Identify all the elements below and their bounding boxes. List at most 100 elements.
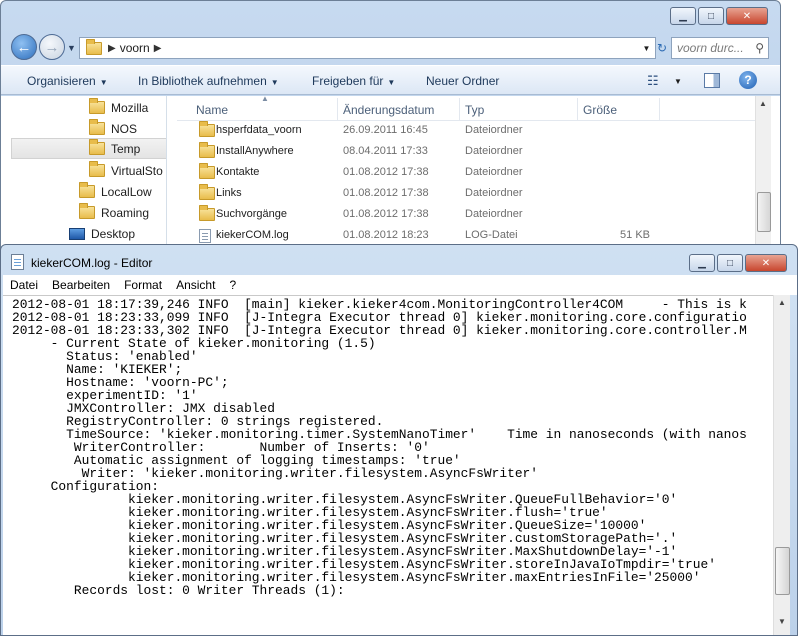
chevron-right-icon[interactable]: ▶ (108, 43, 116, 54)
column-divider[interactable] (337, 98, 338, 120)
file-row[interactable]: kiekerCOM.log 01.08.2012 18:23 LOG-Datei… (177, 225, 755, 246)
nav-item-locallow[interactable]: LocalLow (79, 181, 152, 202)
scroll-up-icon[interactable]: ▲ (759, 99, 767, 108)
log-line: Records lost: 0 Writer Threads (1): (12, 583, 345, 598)
command-bar: Organisieren ▼ In Bibliothek aufnehmen ▼ F… (1, 65, 780, 95)
close-icon[interactable]: ✕ (745, 254, 787, 272)
nav-item-roaming[interactable]: Roaming (79, 202, 149, 223)
search-icon[interactable]: ⚲ (755, 41, 764, 55)
folder-icon (89, 98, 105, 114)
new-folder-label: Neuer Ordner (426, 74, 500, 88)
file-date: 01.08.2012 17:38 (343, 187, 429, 199)
explorer-scrollbar[interactable]: ▲ (755, 96, 771, 249)
column-divider[interactable] (577, 98, 578, 120)
help-icon[interactable]: ? (739, 71, 757, 89)
forward-button[interactable]: → (39, 34, 65, 60)
file-row[interactable]: Links 01.08.2012 17:38 Dateiordner (177, 183, 755, 204)
search-input[interactable]: voorn durc... ⚲ (671, 37, 769, 59)
explorer-body: Mozilla NOS Temp VirtualSto LocalLow Roa… (1, 94, 780, 249)
back-button[interactable]: ← (11, 34, 37, 60)
nav-item-desktop[interactable]: Desktop (69, 223, 135, 244)
file-type: LOG-Datei (465, 229, 518, 241)
file-row[interactable]: InstallAnywhere 08.04.2011 17:33 Dateior… (177, 141, 755, 162)
file-name: Kontakte (216, 166, 260, 178)
menu-datei[interactable]: Datei (3, 278, 45, 292)
file-row[interactable]: Kontakte 01.08.2012 17:38 Dateiordner (177, 162, 755, 183)
scroll-up-icon[interactable]: ▲ (778, 298, 786, 307)
folder-icon (89, 161, 105, 177)
nav-item-label: Mozilla (111, 100, 149, 115)
menu-format[interactable]: Format (117, 278, 169, 292)
window-frame-edge (790, 295, 797, 635)
explorer-window: ▁ □ ✕ ← → ▼ ▶ voorn ▶ ▼ ↻ voorn durc... … (0, 0, 781, 250)
view-options-icon[interactable]: ☷ (647, 73, 659, 89)
file-size: 51 KB (620, 229, 650, 241)
file-type: Dateiordner (465, 187, 523, 199)
scrollbar-thumb[interactable] (757, 192, 771, 232)
maximize-icon[interactable]: □ (717, 254, 743, 272)
notepad-titlebar[interactable]: kiekerCOM.log - Editor ▁ □ ✕ (1, 245, 797, 275)
minimize-icon[interactable]: ▁ (670, 7, 696, 25)
nav-item-label: VirtualSto (111, 163, 163, 178)
breadcrumb[interactable]: voorn (120, 41, 150, 55)
address-dropdown-icon[interactable]: ▼ (638, 37, 656, 59)
preview-pane-icon[interactable] (704, 73, 720, 88)
nav-item-mozilla[interactable]: Mozilla (89, 97, 148, 118)
menu-bearbeiten[interactable]: Bearbeiten (45, 278, 117, 292)
file-name: hsperfdata_voorn (216, 124, 302, 136)
column-header-name[interactable]: Name (196, 103, 228, 117)
folder-icon (89, 139, 105, 155)
refresh-icon[interactable]: ↻ (655, 37, 669, 59)
chevron-right-icon[interactable]: ▶ (154, 43, 162, 54)
column-header-size[interactable]: Größe (583, 103, 617, 117)
library-button[interactable]: In Bibliothek aufnehmen ▼ (138, 74, 279, 88)
folder-icon (79, 182, 95, 198)
new-folder-button[interactable]: Neuer Ordner (426, 74, 499, 88)
nav-item-label: LocalLow (101, 184, 152, 199)
address-bar[interactable]: ▶ voorn ▶ (79, 37, 639, 59)
file-date: 01.08.2012 17:38 (343, 208, 429, 220)
file-row[interactable]: hsperfdata_voorn 26.09.2011 16:45 Dateio… (177, 120, 755, 141)
column-header-type[interactable]: Typ (465, 103, 484, 117)
folder-icon (199, 121, 215, 137)
window-title: kiekerCOM.log - Editor (31, 256, 153, 270)
share-button[interactable]: Freigeben für ▼ (312, 74, 395, 88)
nav-item-virtualstore[interactable]: VirtualSto (89, 160, 163, 181)
nav-item-label: Roaming (101, 205, 150, 220)
text-editor-area[interactable]: 2012-08-01 18:17:39,246 INFO [main] kiek… (3, 295, 773, 635)
column-header-date[interactable]: Änderungsdatum (343, 103, 434, 117)
library-label: In Bibliothek aufnehmen (138, 74, 267, 88)
minimize-icon[interactable]: ▁ (689, 254, 715, 272)
links-folder-icon (199, 184, 215, 200)
menu-ansicht[interactable]: Ansicht (169, 278, 222, 292)
column-divider[interactable] (459, 98, 460, 120)
file-name: kiekerCOM.log (216, 229, 289, 241)
organize-button[interactable]: Organisieren ▼ (27, 74, 108, 88)
nav-item-label: NOS (111, 121, 138, 136)
file-date: 26.09.2011 16:45 (343, 124, 428, 136)
nav-item-temp[interactable]: Temp (11, 138, 166, 159)
menu-help[interactable]: ? (222, 278, 243, 292)
column-divider[interactable] (659, 98, 660, 120)
desktop-icon (69, 227, 85, 240)
close-icon[interactable]: ✕ (726, 7, 768, 25)
recent-pages-chevron-icon[interactable]: ▼ (67, 43, 76, 53)
column-header-row: ▲ Name Änderungsdatum Typ Größe (177, 94, 755, 121)
file-type: Dateiordner (465, 208, 523, 220)
file-list: ▲ Name Änderungsdatum Typ Größe hsperfda… (177, 94, 755, 249)
navigation-row: ← → ▼ ▶ voorn ▶ ▼ ↻ voorn durc... ⚲ (1, 31, 780, 63)
user-folder-icon (84, 38, 104, 55)
file-date: 08.04.2011 17:33 (343, 145, 428, 157)
chevron-down-icon: ▼ (99, 78, 108, 87)
file-name: InstallAnywhere (216, 145, 294, 157)
nav-item-nos[interactable]: NOS (89, 118, 137, 139)
share-label: Freigeben für (312, 74, 384, 88)
chevron-down-icon[interactable]: ▼ (674, 77, 682, 86)
editor-scrollbar[interactable]: ▲ ▼ (773, 295, 790, 635)
menu-bar: Datei Bearbeiten Format Ansicht ? (3, 275, 797, 295)
scrollbar-thumb[interactable] (775, 547, 790, 595)
maximize-icon[interactable]: □ (698, 7, 724, 25)
scroll-down-icon[interactable]: ▼ (778, 617, 786, 626)
file-row[interactable]: Suchvorgänge 01.08.2012 17:38 Dateiordne… (177, 204, 755, 225)
search-placeholder: voorn durc... (677, 41, 744, 55)
